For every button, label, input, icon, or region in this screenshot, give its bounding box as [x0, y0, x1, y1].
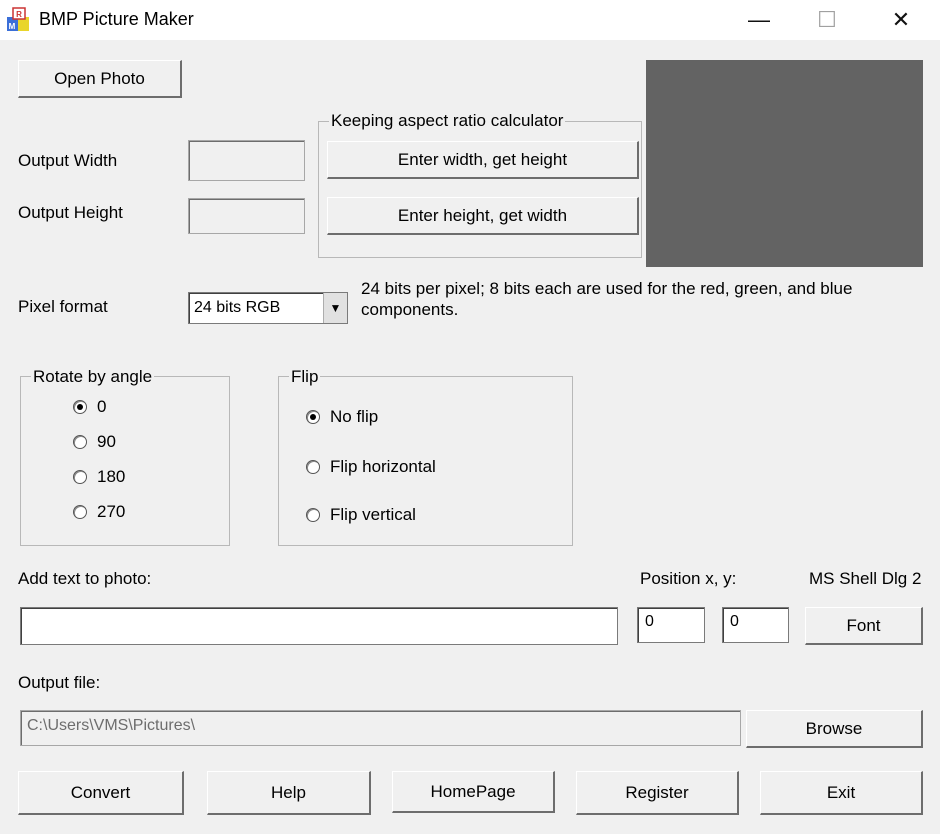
maximize-button[interactable]: ☐ — [792, 0, 862, 40]
pixel-format-select[interactable]: 24 bits RGB ▼ — [188, 292, 348, 324]
photo-preview — [646, 60, 923, 267]
rotate-option-90[interactable]: 90 — [73, 432, 116, 452]
pixel-format-label: Pixel format — [18, 297, 108, 316]
font-name-label: MS Shell Dlg 2 — [809, 569, 922, 588]
output-height-label: Output Height — [18, 203, 123, 222]
minimize-button[interactable]: — — [724, 0, 794, 40]
browse-button[interactable]: Browse — [746, 710, 923, 748]
add-text-input[interactable] — [20, 607, 618, 645]
rotate-option-label: 180 — [97, 467, 126, 486]
font-button[interactable]: Font — [805, 607, 923, 645]
flip-option-vertical[interactable]: Flip vertical — [306, 505, 416, 525]
radio-icon[interactable] — [73, 470, 87, 484]
radio-checked-icon[interactable] — [73, 400, 87, 414]
rotate-option-label: 0 — [97, 397, 107, 416]
pixel-format-description: 24 bits per pixel; 8 bits each are used … — [361, 279, 853, 319]
output-file-label: Output file: — [18, 673, 101, 692]
homepage-button[interactable]: HomePage — [392, 771, 555, 813]
radio-icon[interactable] — [306, 508, 320, 522]
width-get-height-button[interactable]: Enter width, get height — [327, 141, 639, 179]
radio-icon[interactable] — [73, 435, 87, 449]
flip-option-label: No flip — [330, 407, 379, 426]
pixel-format-value: 24 bits RGB — [194, 299, 281, 316]
flip-option-label: Flip horizontal — [330, 457, 436, 476]
height-get-width-button[interactable]: Enter height, get width — [327, 197, 639, 235]
output-width-label: Output Width — [18, 151, 118, 170]
output-height-input[interactable] — [188, 198, 305, 234]
flip-option-horizontal[interactable]: Flip horizontal — [306, 457, 436, 477]
open-photo-button[interactable]: Open Photo — [18, 60, 182, 98]
flip-group-label: Flip — [289, 367, 321, 387]
rotate-option-0[interactable]: 0 — [73, 397, 106, 417]
position-label: Position x, y: — [640, 569, 737, 588]
flip-option-label: Flip vertical — [330, 505, 416, 524]
svg-text:M: M — [9, 22, 16, 31]
rotate-option-180[interactable]: 180 — [73, 467, 125, 487]
add-text-label: Add text to photo: — [18, 569, 152, 588]
position-x-input[interactable]: 0 — [637, 607, 705, 643]
window-title: BMP Picture Maker — [39, 9, 194, 29]
convert-button[interactable]: Convert — [18, 771, 184, 815]
rotate-option-label: 90 — [97, 432, 116, 451]
position-y-input[interactable]: 0 — [722, 607, 789, 643]
register-button[interactable]: Register — [576, 771, 739, 815]
flip-option-none[interactable]: No flip — [306, 407, 378, 427]
close-button[interactable]: ✕ — [866, 0, 936, 40]
output-width-input[interactable] — [188, 140, 305, 181]
output-file-input[interactable]: C:\Users\VMS\Pictures\ — [20, 710, 741, 746]
radio-icon[interactable] — [73, 505, 87, 519]
chevron-down-icon[interactable]: ▼ — [323, 293, 347, 323]
rotate-group-label: Rotate by angle — [31, 367, 155, 387]
radio-checked-icon[interactable] — [306, 410, 320, 424]
exit-button[interactable]: Exit — [760, 771, 923, 815]
svg-text:R: R — [16, 10, 22, 19]
app-logo-icon: R M — [7, 7, 29, 31]
help-button[interactable]: Help — [207, 771, 371, 815]
rotate-option-label: 270 — [97, 502, 126, 521]
aspect-ratio-group-label: Keeping aspect ratio calculator — [329, 111, 566, 131]
rotate-option-270[interactable]: 270 — [73, 502, 125, 522]
radio-icon[interactable] — [306, 460, 320, 474]
